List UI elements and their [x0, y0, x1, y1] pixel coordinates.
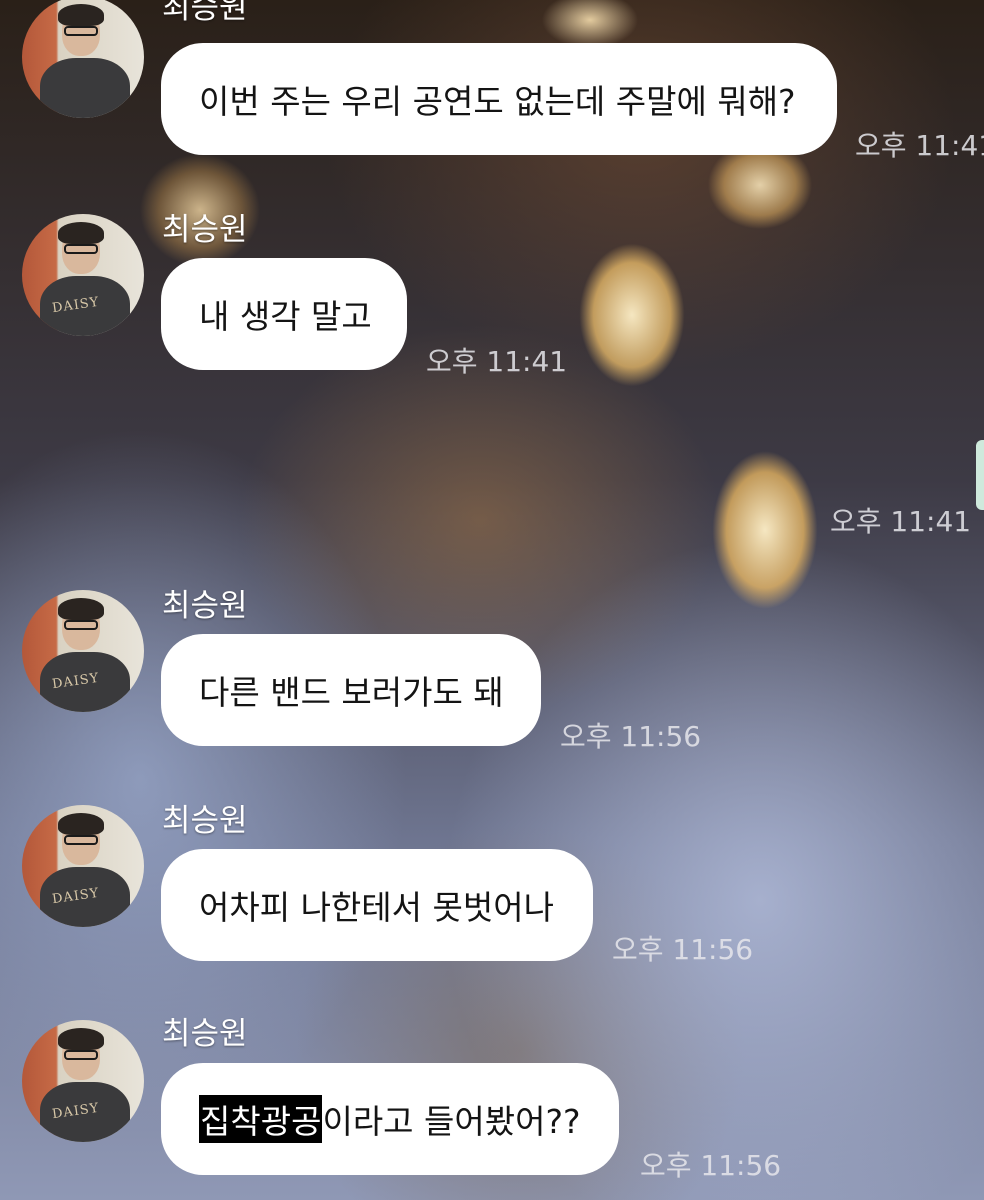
avatar[interactable]: DAISY: [22, 590, 144, 712]
avatar[interactable]: DAISY: [22, 805, 144, 927]
sender-name: 최승원: [162, 803, 248, 839]
message-time: 오후 11:56: [640, 1149, 782, 1182]
highlighted-text: 집착광공: [199, 1095, 323, 1143]
message-bubble[interactable]: 어차피 나한테서 못벗어나: [161, 849, 593, 961]
message-bubble[interactable]: 내 생각 말고: [161, 258, 407, 370]
glasses-icon: [64, 620, 98, 630]
message-bubble[interactable]: 다른 밴드 보러가도 돼: [161, 634, 541, 746]
avatar[interactable]: [22, 0, 144, 118]
message-time: 오후 11:56: [560, 720, 702, 753]
message-text: 이라고 들어봤어??: [322, 1102, 581, 1141]
message-time: 오후 11:41: [830, 505, 972, 538]
message-time: 오후 11:41: [426, 345, 568, 378]
sender-name: 최승원: [162, 0, 248, 26]
chat-wallpaper: [0, 0, 984, 1200]
message-bubble[interactable]: 이번 주는 우리 공연도 없는데 주말에 뭐해?: [161, 43, 837, 155]
avatar[interactable]: DAISY: [22, 1020, 144, 1142]
avatar-hair: [58, 1028, 104, 1050]
message-bubble[interactable]: 집착광공 이라고 들어봤어??: [161, 1063, 619, 1175]
glasses-icon: [64, 835, 98, 845]
glasses-icon: [64, 1050, 98, 1060]
sender-name: 최승원: [162, 1016, 248, 1052]
avatar-hair: [58, 4, 104, 26]
side-scroll-tab[interactable]: [976, 440, 984, 510]
avatar-hair: [58, 598, 104, 620]
message-time: 오후 11:41: [855, 129, 984, 162]
sender-name: 최승원: [162, 212, 248, 248]
avatar-hair: [58, 222, 104, 244]
message-time: 오후 11:56: [612, 933, 754, 966]
glasses-icon: [64, 244, 98, 254]
avatar-hair: [58, 813, 104, 835]
avatar-shirt: [40, 58, 130, 118]
sender-name: 최승원: [162, 588, 248, 624]
avatar[interactable]: DAISY: [22, 214, 144, 336]
glasses-icon: [64, 26, 98, 36]
